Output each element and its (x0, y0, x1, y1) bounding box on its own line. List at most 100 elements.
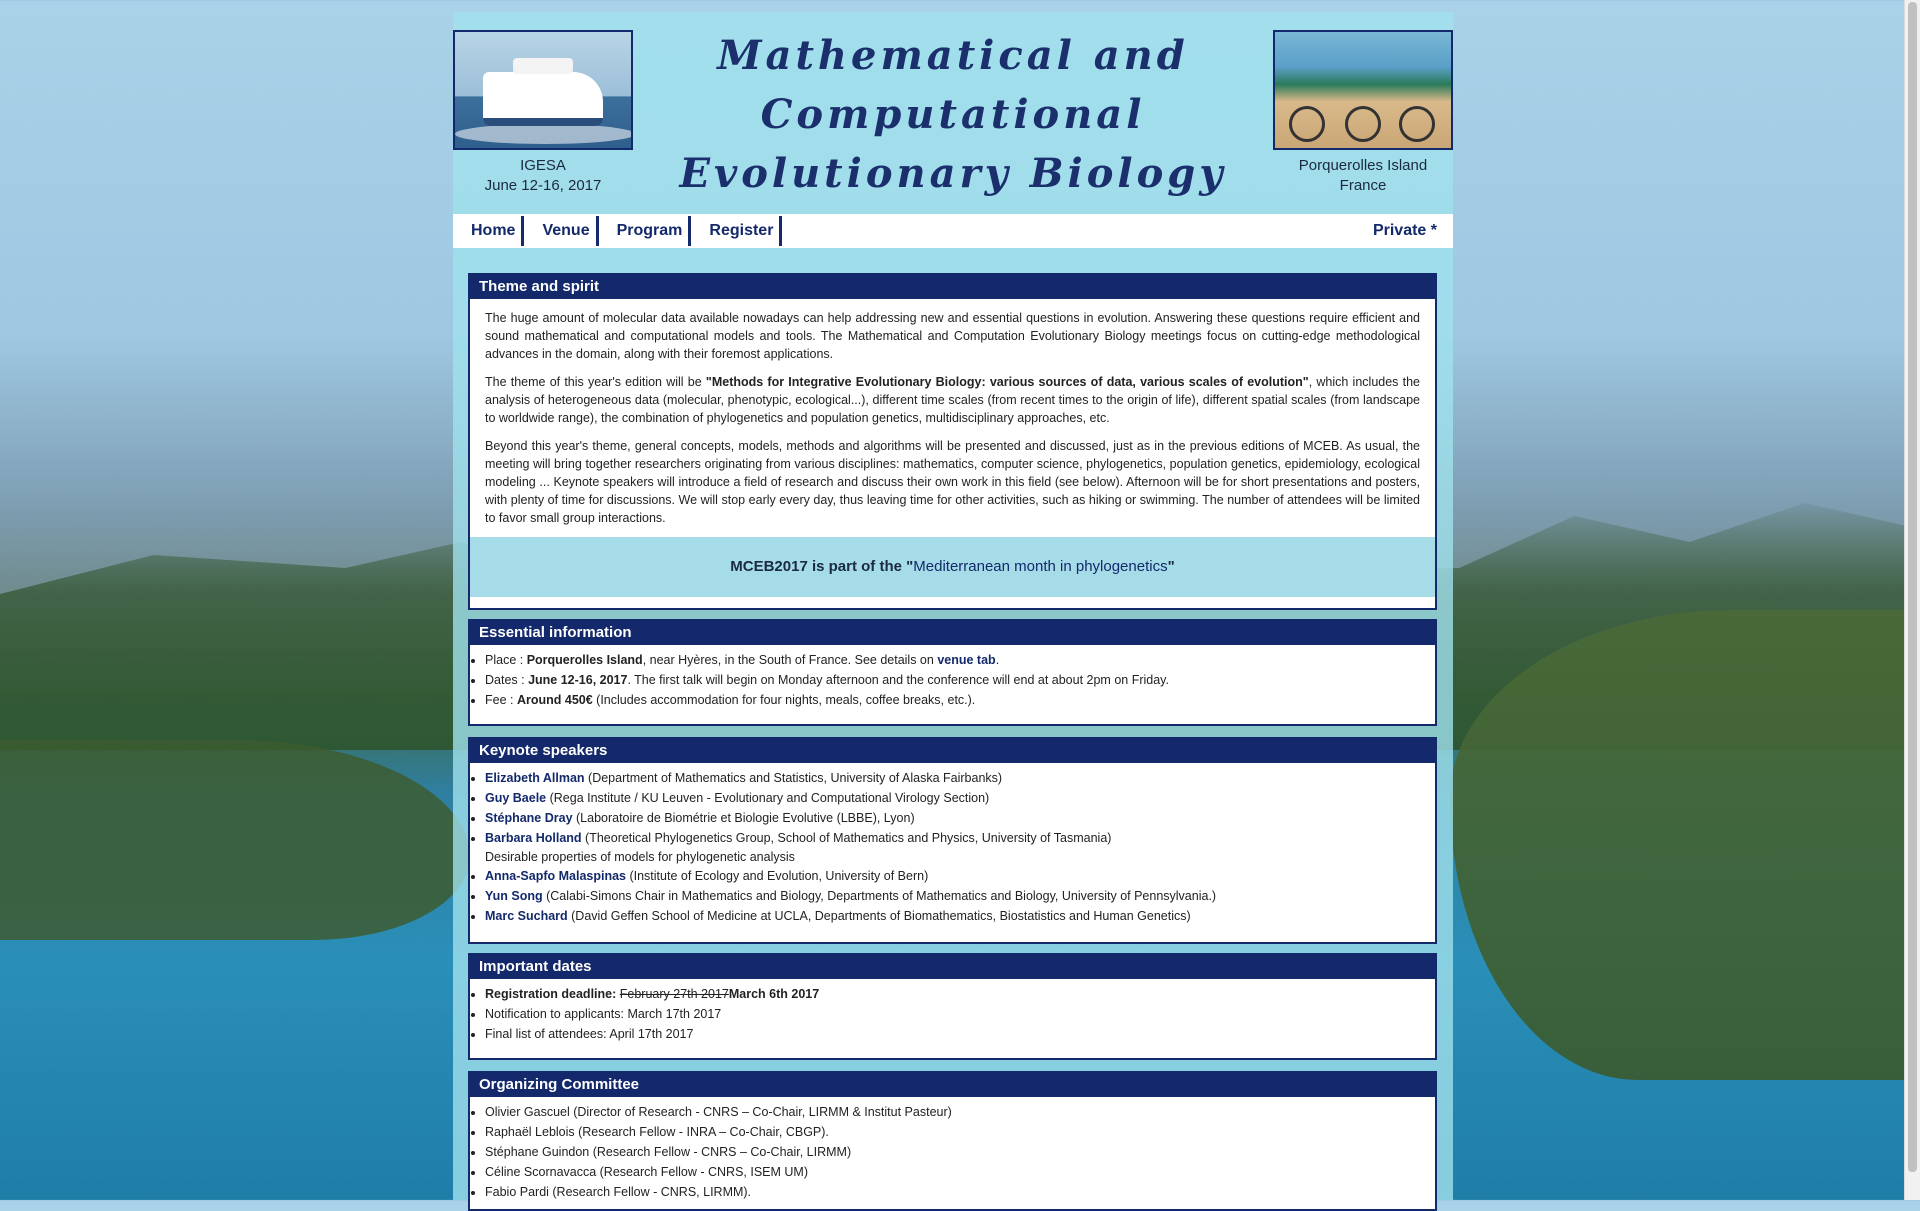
speaker-item: Marc Suchard (David Geffen School of Med… (485, 906, 1435, 926)
title-line-3: Evolutionary Biology (679, 150, 1227, 197)
section-heading: Keynote speakers (470, 739, 1435, 763)
text: Registration deadline: (485, 987, 620, 1001)
dates-value: June 12-16, 2017 (528, 673, 628, 687)
speaker-affiliation: (David Geffen School of Medicine at UCLA… (567, 909, 1191, 923)
essential-section: Essential information Place : Porqueroll… (468, 619, 1437, 726)
speaker-item: Anna-Sapfo Malaspinas (Institute of Ecol… (485, 866, 1435, 886)
main-nav: Home Venue Program Register Private * (453, 214, 1453, 248)
speaker-link[interactable]: Marc Suchard (485, 909, 568, 923)
text: Dates : (485, 673, 529, 687)
committee-section: Organizing Committee Olivier Gascuel (Di… (468, 1071, 1437, 1211)
title-line-2: Computational (760, 91, 1146, 138)
list-item: Fabio Pardi (Research Fellow - CNRS, LIR… (485, 1182, 1435, 1202)
theme-title: "Methods for Integrative Evolutionary Bi… (705, 375, 1309, 389)
section-heading: Important dates (470, 955, 1435, 979)
background-island-right (1450, 610, 1920, 1080)
theme-body: The huge amount of molecular data availa… (470, 299, 1435, 527)
section-heading: Organizing Committee (470, 1073, 1435, 1097)
nav-private[interactable]: Private * (1373, 216, 1437, 246)
committee-list: Olivier Gascuel (Director of Research - … (470, 1097, 1435, 1202)
text: Fee : (485, 693, 517, 707)
text: . The first talk will begin on Monday af… (627, 673, 1169, 687)
theme-section: Theme and spirit The huge amount of mole… (468, 273, 1437, 610)
nav-program[interactable]: Program (609, 216, 692, 246)
ferry-photo (453, 30, 633, 150)
text: " (1167, 558, 1175, 575)
vertical-scrollbar[interactable] (1904, 0, 1920, 1200)
speaker-affiliation: (Theoretical Phylogenetics Group, School… (581, 831, 1112, 845)
speaker-item: Guy Baele (Rega Institute / KU Leuven - … (485, 788, 1435, 808)
speaker-affiliation: (Rega Institute / KU Leuven - Evolutiona… (546, 791, 990, 805)
list-item: Olivier Gascuel (Director of Research - … (485, 1102, 1435, 1122)
venue-tab-link[interactable]: venue tab (937, 653, 995, 667)
text: MCEB2017 is part of the " (730, 558, 914, 575)
location-country: France (1339, 177, 1387, 194)
keynote-section: Keynote speakers Elizabeth Allman (Depar… (468, 737, 1437, 944)
speaker-link[interactable]: Stéphane Dray (485, 811, 573, 825)
speaker-list: Elizabeth Allman (Department of Mathemat… (470, 763, 1435, 926)
list-item: Place : Porquerolles Island, near Hyères… (485, 650, 1435, 670)
speaker-link[interactable]: Yun Song (485, 889, 543, 903)
bicycle-wheel (1289, 106, 1325, 142)
nav-home[interactable]: Home (463, 216, 525, 246)
list-item: Dates : June 12-16, 2017. The first talk… (485, 670, 1435, 690)
speaker-link[interactable]: Elizabeth Allman (485, 771, 585, 785)
page-container: IGESA June 12-16, 2017 Mathematical and … (453, 12, 1453, 1211)
place-value: Porquerolles Island (526, 653, 643, 667)
text: (Includes accommodation for four nights,… (592, 693, 976, 707)
text: The theme of this year's edition will be (485, 375, 706, 389)
beach-photo (1273, 30, 1453, 150)
speaker-affiliation: (Calabi-Simons Chair in Mathematics and … (542, 889, 1217, 903)
title-line-1: Mathematical and (717, 32, 1189, 79)
list-item: Notification to applicants: March 17th 2… (485, 1004, 1435, 1024)
list-item: Stéphane Guindon (Research Fellow - CNRS… (485, 1142, 1435, 1162)
scrollbar-thumb[interactable] (1908, 2, 1917, 1172)
mediterranean-banner: MCEB2017 is part of the "Mediterranean m… (470, 537, 1435, 597)
essential-list: Place : Porquerolles Island, near Hyères… (470, 645, 1435, 710)
section-heading: Essential information (470, 621, 1435, 645)
boat-wake (455, 124, 631, 144)
header: IGESA June 12-16, 2017 Mathematical and … (453, 12, 1453, 214)
bicycle-wheel (1345, 106, 1381, 142)
location-island: Porquerolles Island (1298, 157, 1428, 174)
text: Place : (485, 653, 527, 667)
talk-title: Desirable properties of models for phylo… (485, 850, 795, 864)
background-island-left (0, 740, 470, 940)
text: . (995, 653, 1000, 667)
speaker-link[interactable]: Guy Baele (485, 791, 546, 805)
speaker-affiliation: (Institute of Ecology and Evolution, Uni… (626, 869, 929, 883)
speaker-item: Elizabeth Allman (Department of Mathemat… (485, 768, 1435, 788)
section-heading: Theme and spirit (470, 275, 1435, 299)
speaker-item: Stéphane Dray (Laboratoire de Biométrie … (485, 808, 1435, 828)
dates-section: Important dates Registration deadline: F… (468, 953, 1437, 1060)
speaker-link[interactable]: Anna-Sapfo Malaspinas (485, 869, 626, 883)
speaker-affiliation: (Department of Mathematics and Statistic… (584, 771, 1003, 785)
list-item: Raphaël Leblois (Research Fellow - INRA … (485, 1122, 1435, 1142)
event-caption: IGESA June 12-16, 2017 (453, 156, 633, 196)
list-item: Registration deadline: February 27th 201… (485, 984, 1435, 1004)
speaker-affiliation: (Laboratoire de Biométrie et Biologie Ev… (572, 811, 915, 825)
new-deadline: March 6th 2017 (728, 987, 820, 1001)
fee-value: Around 450€ (516, 693, 593, 707)
old-deadline: February 27th 2017 (619, 987, 729, 1001)
speaker-link[interactable]: Barbara Holland (485, 831, 582, 845)
speaker-item: Barbara Holland (Theoretical Phylogeneti… (485, 828, 1435, 866)
dates-list: Registration deadline: February 27th 201… (470, 979, 1435, 1044)
list-item: Fee : Around 450€ (Includes accommodatio… (485, 690, 1435, 710)
site-title: Mathematical and Computational Evolution… (653, 26, 1253, 203)
event-dates: June 12-16, 2017 (484, 177, 602, 194)
venue-name: IGESA (520, 157, 566, 174)
mediterranean-month-link[interactable]: Mediterranean month in phylogenetics (913, 558, 1167, 575)
theme-paragraph-1: The huge amount of molecular data availa… (485, 311, 1420, 361)
bicycle-wheel (1399, 106, 1435, 142)
nav-register[interactable]: Register (701, 216, 783, 246)
theme-paragraph-3: Beyond this year's theme, general concep… (485, 439, 1420, 525)
list-item: Final list of attendees: April 17th 2017 (485, 1024, 1435, 1044)
speaker-item: Yun Song (Calabi-Simons Chair in Mathema… (485, 886, 1435, 906)
list-item: Céline Scornavacca (Research Fellow - CN… (485, 1162, 1435, 1182)
location-caption: Porquerolles Island France (1273, 156, 1453, 196)
ferry-boat (483, 58, 603, 126)
theme-paragraph-2: The theme of this year's edition will be… (485, 373, 1420, 427)
text: , near Hyères, in the South of France. S… (642, 653, 938, 667)
nav-venue[interactable]: Venue (534, 216, 599, 246)
